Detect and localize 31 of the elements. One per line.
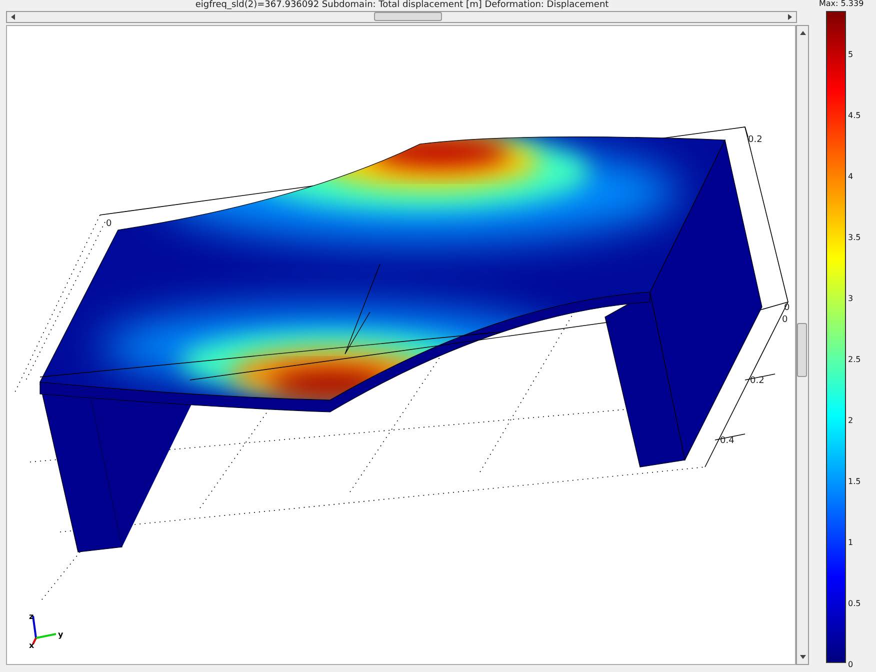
colorbar-tick-label: 0 (848, 659, 854, 671)
colorbar-max-label: Max: 5.339 (819, 0, 864, 10)
axis-tick-label: 0.2 (748, 135, 762, 145)
colorbar-tick-label: 2.5 (848, 354, 861, 366)
vertical-scrollbar[interactable] (796, 25, 809, 665)
colorbar-tick-label: 2 (848, 415, 854, 427)
horizontal-scrollbar[interactable] (6, 11, 797, 23)
colorbar-tick-label: 0.5 (848, 598, 861, 610)
colorbar-tick-label: 4.5 (848, 110, 861, 122)
down-arrow-icon[interactable] (800, 654, 806, 660)
scrollbar-thumb[interactable] (797, 323, 807, 377)
colorbar-tick-label: 3.5 (848, 232, 861, 244)
axis-tick-label: 0.2 (750, 376, 764, 386)
axis-triad-label: y (58, 630, 64, 639)
axis-tick-label: 0 (106, 219, 112, 229)
colorbar-tick-label: 1 (848, 537, 854, 549)
axis-tick-label: 0.4 (720, 436, 734, 446)
colorbar-tick-label: 5 (848, 49, 854, 61)
axis-tick-label: 0 (782, 315, 788, 325)
axis-tick-label: 0 (784, 303, 790, 313)
scrollbar-thumb[interactable] (374, 12, 442, 21)
plot-title: eigfreq_sld(2)=367.936092 Subdomain: Total displacement [m] Deformation: Displacement (194, 0, 610, 11)
axis-triad-label: z (29, 612, 34, 621)
colorbar-tick-label: 1.5 (848, 476, 861, 488)
up-arrow-icon[interactable] (800, 30, 806, 36)
colorbar-tick-label: 3 (848, 293, 854, 305)
axis-triad-icon (32, 616, 56, 644)
right-arrow-icon[interactable] (787, 14, 793, 20)
axis-triad-label: x (29, 641, 34, 650)
left-arrow-icon[interactable] (10, 14, 16, 20)
colorbar-tick-label: 4 (848, 171, 854, 183)
